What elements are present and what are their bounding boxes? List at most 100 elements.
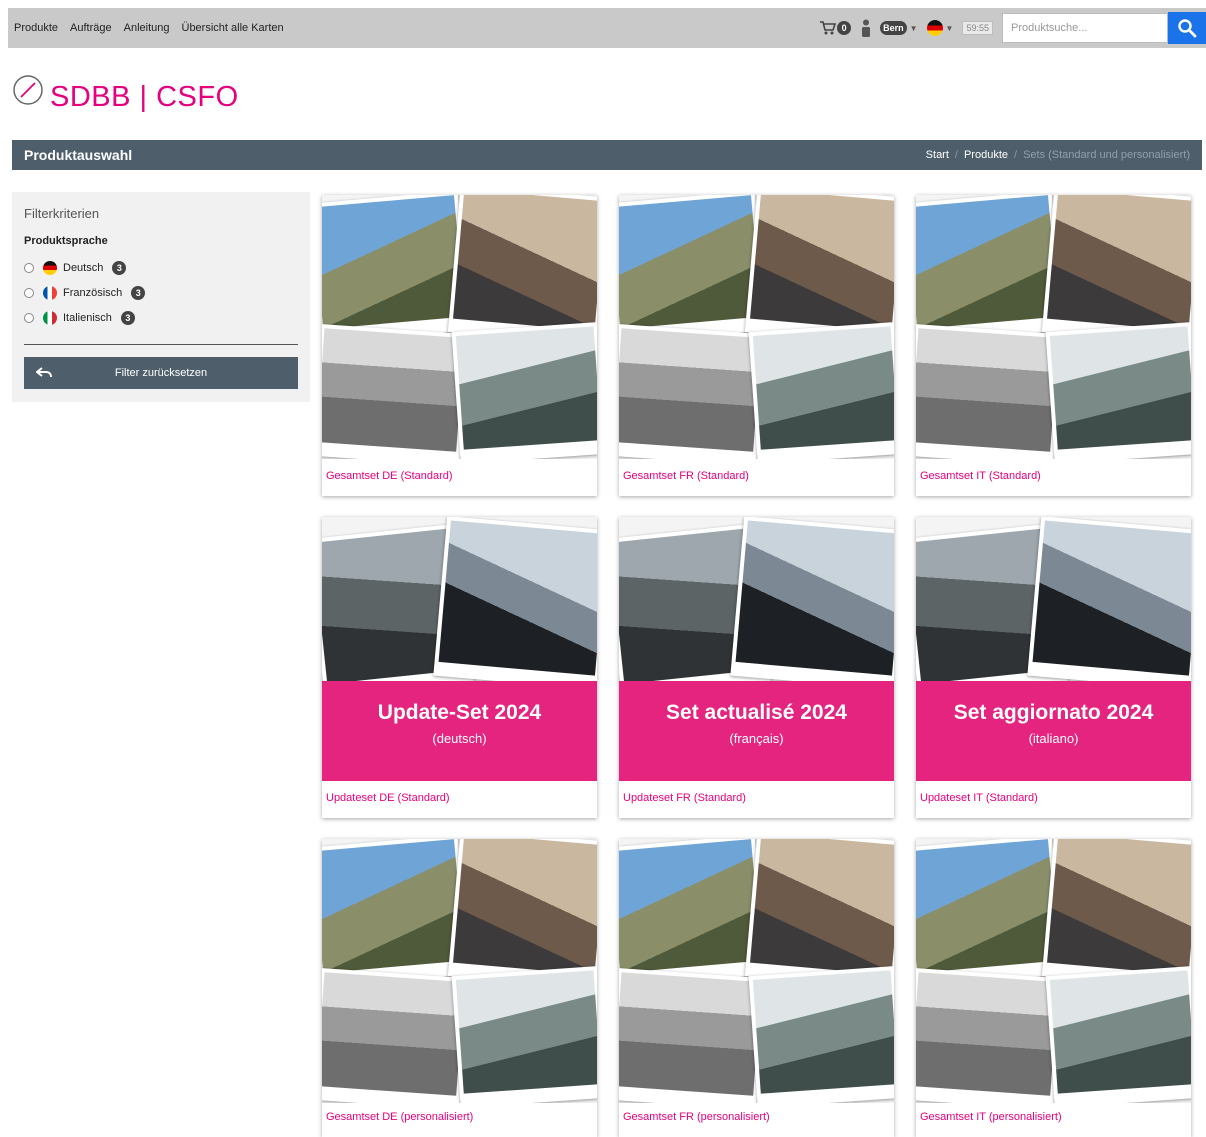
product-photo bbox=[619, 195, 767, 344]
product-caption[interactable]: Gesamtset DE (Standard) bbox=[326, 470, 453, 482]
chevron-down-icon: ▼ bbox=[945, 23, 954, 33]
product-caption[interactable]: Gesamtset DE (personalisiert) bbox=[326, 1111, 473, 1123]
product-photo bbox=[916, 195, 1064, 344]
product-image[interactable] bbox=[916, 839, 1191, 1103]
product-photo bbox=[1027, 517, 1191, 690]
german-flag-icon bbox=[43, 260, 57, 275]
compass-logo-icon bbox=[13, 75, 43, 105]
chevron-down-icon: ▼ bbox=[909, 23, 918, 33]
radio-button[interactable] bbox=[24, 312, 34, 323]
filter-title: Filterkriterien bbox=[24, 206, 100, 221]
product-photo bbox=[916, 839, 1064, 988]
product-search-input[interactable] bbox=[1002, 13, 1168, 43]
product-photo bbox=[433, 517, 597, 690]
french-flag-icon bbox=[43, 285, 57, 300]
filter-option-deutsch[interactable]: Deutsch 3 bbox=[24, 255, 298, 280]
italian-flag-icon bbox=[43, 310, 57, 325]
reset-filter-label: Filter zurücksetzen bbox=[114, 367, 208, 379]
cart-button[interactable]: 0 bbox=[819, 20, 852, 36]
product-image[interactable] bbox=[322, 195, 597, 459]
page-title: Produktauswahl bbox=[24, 147, 133, 163]
session-time: 59:55 bbox=[962, 21, 993, 35]
product-caption[interactable]: Gesamtset FR (personalisiert) bbox=[623, 1111, 770, 1123]
product-image[interactable] bbox=[619, 195, 894, 459]
product-photo bbox=[322, 195, 470, 344]
filter-group-label: Produktsprache bbox=[24, 235, 108, 247]
filter-count-badge: 3 bbox=[120, 310, 135, 325]
filter-panel: Filterkriterien Produktsprache Deutsch 3… bbox=[12, 192, 310, 402]
cart-count-badge: 0 bbox=[837, 21, 852, 35]
product-photo bbox=[916, 323, 1063, 459]
sdbb-logo[interactable]: SDBB | CSFO bbox=[12, 74, 239, 114]
radio-button[interactable] bbox=[24, 287, 34, 298]
product-image[interactable] bbox=[916, 195, 1191, 459]
user-menu[interactable]: Bern ▼ bbox=[860, 19, 918, 37]
breadcrumb-produkte[interactable]: Produkte bbox=[964, 149, 1008, 161]
reset-filter-button[interactable]: Filter zurücksetzen bbox=[24, 357, 298, 389]
filter-divider bbox=[24, 344, 298, 345]
product-photo bbox=[748, 966, 894, 1103]
product-photo bbox=[451, 966, 597, 1103]
header-tools: 0 Bern ▼ ▼ 59:55 bbox=[819, 8, 1206, 48]
nav-uebersicht-karten[interactable]: Übersicht alle Karten bbox=[182, 22, 284, 34]
product-caption[interactable]: Gesamtset FR (Standard) bbox=[623, 470, 749, 482]
german-flag-icon bbox=[926, 20, 943, 36]
product-caption[interactable]: Updateset DE (Standard) bbox=[326, 792, 450, 804]
filter-option-label: Französisch bbox=[63, 286, 123, 299]
filter-count-badge: 3 bbox=[112, 260, 127, 275]
product-caption[interactable]: Updateset FR (Standard) bbox=[623, 792, 746, 804]
product-image[interactable] bbox=[322, 839, 597, 1103]
product-caption[interactable]: Gesamtset IT (personalisiert) bbox=[920, 1111, 1062, 1123]
breadcrumb-current: Sets (Standard und personalisiert) bbox=[1023, 149, 1190, 161]
page-title-bar: Produktauswahl Start / Produkte / Sets (… bbox=[12, 140, 1202, 170]
filter-option-label: Italienisch bbox=[63, 311, 112, 324]
banner-title: Set aggiornato 2024 bbox=[953, 701, 1154, 724]
product-photo bbox=[322, 839, 470, 988]
nav-auftraege[interactable]: Aufträge bbox=[70, 22, 112, 34]
banner-title: Update-Set 2024 bbox=[377, 701, 542, 724]
top-navigation-bar: Produkte Aufträge Anleitung Übersicht al… bbox=[8, 8, 1206, 48]
banner-subtitle: (italiano) bbox=[1028, 731, 1079, 746]
product-image[interactable]: Set actualisé 2024 (français) bbox=[619, 517, 894, 781]
product-photo bbox=[748, 322, 894, 459]
nav-produkte[interactable]: Produkte bbox=[14, 22, 58, 34]
product-photo bbox=[322, 967, 469, 1103]
product-card[interactable]: Update-Set 2024 (deutsch) Updateset DE (St… bbox=[322, 517, 597, 818]
product-image[interactable]: Update-Set 2024 (deutsch) bbox=[322, 517, 597, 781]
product-photo bbox=[322, 323, 469, 459]
radio-button[interactable] bbox=[24, 262, 34, 273]
cart-icon bbox=[820, 21, 837, 35]
search-icon bbox=[1178, 19, 1197, 38]
breadcrumb-separator: / bbox=[954, 149, 958, 161]
breadcrumb-separator: / bbox=[1014, 149, 1018, 161]
product-photo bbox=[730, 517, 894, 690]
breadcrumb-start[interactable]: Start bbox=[926, 149, 949, 161]
nav-anleitung[interactable]: Anleitung bbox=[124, 22, 170, 34]
product-image[interactable]: Set aggiornato 2024 (italiano) bbox=[916, 517, 1191, 781]
product-card[interactable]: Set aggiornato 2024 (italiano) Updateset I… bbox=[916, 517, 1191, 818]
product-photo bbox=[451, 322, 597, 459]
product-card[interactable]: Set actualisé 2024 (français) Updateset FR… bbox=[619, 517, 894, 818]
product-card[interactable]: Gesamtset FR (Standard) bbox=[619, 195, 894, 496]
product-card[interactable]: Gesamtset IT (Standard) bbox=[916, 195, 1191, 496]
language-selector[interactable]: ▼ bbox=[926, 20, 954, 36]
filter-option-franzoesisch[interactable]: Französisch 3 bbox=[24, 280, 298, 305]
product-card[interactable]: Gesamtset IT (personalisiert) bbox=[916, 839, 1191, 1137]
filter-option-italienisch[interactable]: Italienisch 3 bbox=[24, 305, 298, 330]
user-location-badge: Bern bbox=[880, 21, 907, 35]
filter-count-badge: 3 bbox=[131, 285, 146, 300]
product-photo bbox=[916, 967, 1063, 1103]
product-caption[interactable]: Gesamtset IT (Standard) bbox=[920, 470, 1041, 482]
main-menu: Produkte Aufträge Anleitung Übersicht al… bbox=[8, 22, 296, 34]
product-photo bbox=[1045, 966, 1191, 1103]
product-photo bbox=[619, 967, 766, 1103]
product-image[interactable] bbox=[619, 839, 894, 1103]
product-caption[interactable]: Updateset IT (Standard) bbox=[920, 792, 1038, 804]
search-button[interactable] bbox=[1168, 12, 1206, 44]
product-card[interactable]: Gesamtset FR (personalisiert) bbox=[619, 839, 894, 1137]
product-card[interactable]: Gesamtset DE (Standard) bbox=[322, 195, 597, 496]
product-photo bbox=[619, 323, 766, 459]
product-photo bbox=[1045, 322, 1191, 459]
product-card[interactable]: Gesamtset DE (personalisiert) bbox=[322, 839, 597, 1137]
banner-subtitle: (deutsch) bbox=[432, 731, 487, 746]
